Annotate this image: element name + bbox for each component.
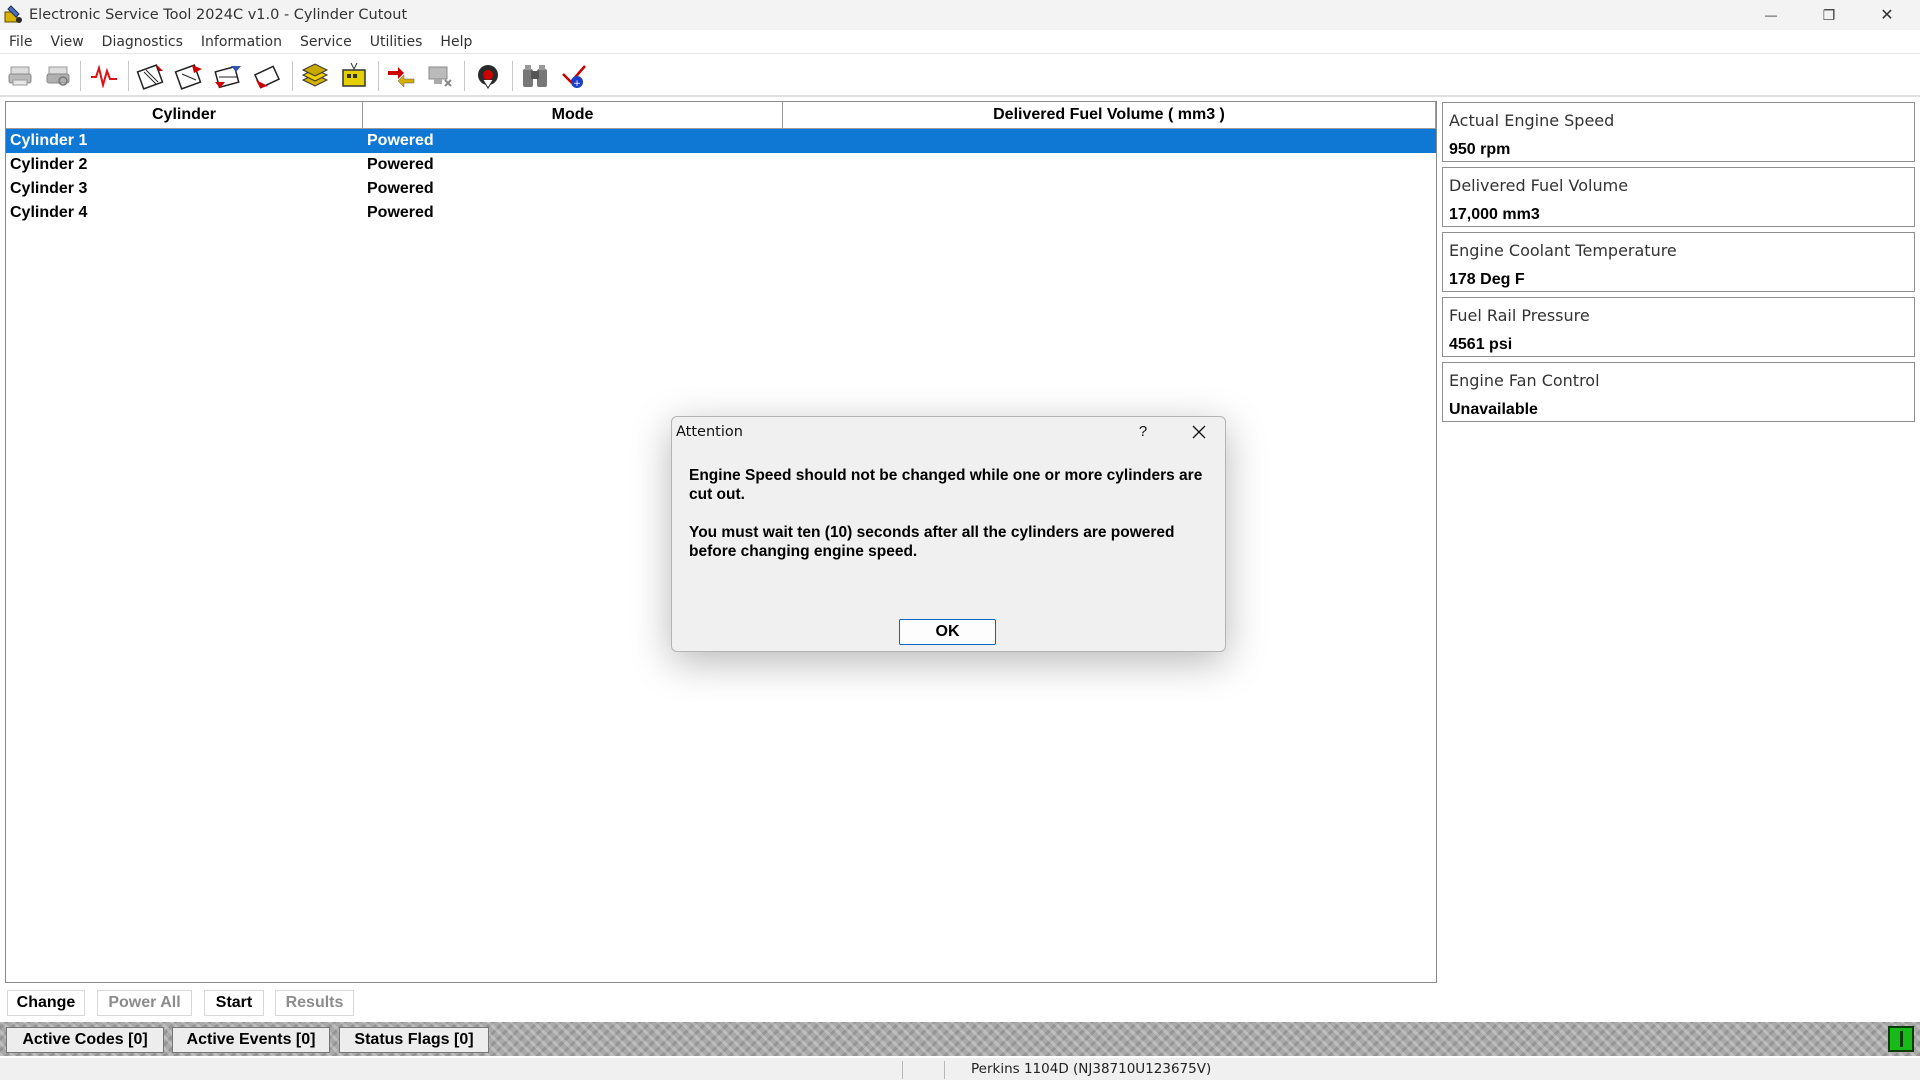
- panel-value: 178 Deg F: [1449, 271, 1525, 288]
- toolbar-separator: [512, 61, 513, 91]
- ecm-tool-2-icon[interactable]: [173, 60, 205, 92]
- panel-label: Engine Fan Control: [1449, 371, 1600, 390]
- print-icon[interactable]: [4, 60, 36, 92]
- cell-cylinder: Cylinder 4: [10, 204, 88, 221]
- panel-value: 950 rpm: [1449, 141, 1511, 158]
- panel-value: Unavailable: [1449, 401, 1538, 418]
- app-icon: [3, 4, 25, 26]
- restore-button[interactable]: ❐: [1800, 0, 1858, 30]
- window-title: Electronic Service Tool 2024C v1.0 - Cyl…: [29, 7, 408, 23]
- column-header-fuel-volume[interactable]: Delivered Fuel Volume ( mm3 ): [783, 102, 1436, 128]
- active-events-tab[interactable]: Active Events [0]: [172, 1027, 330, 1053]
- menu-service[interactable]: Service: [291, 30, 361, 54]
- menu-information[interactable]: Information: [192, 30, 291, 54]
- fuel-rail-pressure-panel: Fuel Rail Pressure 4561 psi: [1442, 297, 1915, 357]
- help-icon[interactable]: ?: [1133, 421, 1153, 441]
- cell-mode: Powered: [367, 180, 434, 197]
- toolbar-separator: [378, 61, 379, 91]
- results-button[interactable]: Results: [275, 990, 354, 1016]
- disconnect-icon[interactable]: [424, 60, 456, 92]
- cell-cylinder: Cylinder 2: [10, 156, 88, 173]
- dialog-title: Attention: [676, 424, 743, 440]
- menu-diagnostics[interactable]: Diagnostics: [93, 30, 192, 54]
- ecm-tool-3-icon[interactable]: [212, 60, 244, 92]
- cell-cylinder: Cylinder 3: [10, 180, 88, 197]
- menu-view[interactable]: View: [41, 30, 92, 54]
- engine-info: Perkins 1104D (NJ38710U123675V): [971, 1061, 1212, 1077]
- engine-coolant-temperature-panel: Engine Coolant Temperature 178 Deg F: [1442, 232, 1915, 292]
- column-header-mode[interactable]: Mode: [363, 102, 783, 128]
- ok-button[interactable]: OK: [899, 619, 996, 645]
- attention-dialog: Attention ? Engine Speed should not be c…: [671, 416, 1226, 652]
- cell-mode: Powered: [367, 156, 434, 173]
- svg-text:+: +: [573, 79, 581, 89]
- panel-label: Actual Engine Speed: [1449, 111, 1615, 130]
- ecm-tool-4-icon[interactable]: [251, 60, 283, 92]
- toolbar-separator: [80, 61, 81, 91]
- cell-mode: Powered: [367, 132, 434, 149]
- connection-indicator-icon: [1888, 1026, 1914, 1052]
- close-icon: ✕: [1880, 7, 1894, 24]
- column-header-cylinder[interactable]: Cylinder: [6, 102, 363, 128]
- toolbar-separator: [128, 61, 129, 91]
- menu-file[interactable]: File: [0, 30, 41, 54]
- table-row[interactable]: Cylinder 2 Powered: [6, 153, 1436, 177]
- footer-separator: [944, 1061, 945, 1079]
- panel-value: 4561 psi: [1449, 336, 1513, 353]
- status-flags-tab[interactable]: Status Flags [0]: [339, 1027, 489, 1053]
- table-row[interactable]: Cylinder 4 Powered: [6, 201, 1436, 225]
- footer-bar: Perkins 1104D (NJ38710U123675V): [0, 1058, 1920, 1080]
- waveform-icon[interactable]: [88, 60, 120, 92]
- close-icon[interactable]: [1188, 421, 1210, 443]
- menu-bar: File View Diagnostics Information Servic…: [0, 30, 1920, 54]
- panel-value: 17,000 mm3: [1449, 206, 1540, 223]
- minimize-icon: —: [1765, 8, 1777, 22]
- dialog-message-2: You must wait ten (10) seconds after all…: [689, 524, 1175, 560]
- toolbar: +: [0, 55, 1920, 97]
- menu-utilities[interactable]: Utilities: [361, 30, 432, 54]
- status-strip: Active Codes [0] Active Events [0] Statu…: [0, 1022, 1920, 1056]
- target-hand-icon[interactable]: [472, 60, 504, 92]
- dialog-message-1: Engine Speed should not be changed while…: [689, 467, 1203, 503]
- table-row[interactable]: Cylinder 1 Powered: [6, 129, 1436, 153]
- footer-separator: [902, 1061, 903, 1079]
- flash-file-icon[interactable]: [299, 60, 331, 92]
- table-row[interactable]: Cylinder 3 Powered: [6, 177, 1436, 201]
- cell-cylinder: Cylinder 1: [10, 132, 88, 149]
- minimize-button[interactable]: —: [1742, 0, 1800, 30]
- table-header: Cylinder Mode Delivered Fuel Volume ( mm…: [6, 102, 1436, 129]
- yellow-module-icon[interactable]: [338, 60, 370, 92]
- power-all-button[interactable]: Power All: [97, 990, 192, 1016]
- delivered-fuel-volume-panel: Delivered Fuel Volume 17,000 mm3: [1442, 167, 1915, 227]
- actual-engine-speed-panel: Actual Engine Speed 950 rpm: [1442, 102, 1915, 162]
- toolbar-separator: [464, 61, 465, 91]
- active-codes-tab[interactable]: Active Codes [0]: [6, 1027, 164, 1053]
- print-preview-icon[interactable]: [42, 60, 74, 92]
- toolbar-separator: [292, 61, 293, 91]
- ecm-tool-1-icon[interactable]: [135, 60, 167, 92]
- reset-icon[interactable]: +: [558, 60, 590, 92]
- restore-icon: ❐: [1822, 6, 1836, 23]
- menu-help[interactable]: Help: [431, 30, 481, 54]
- start-button[interactable]: Start: [204, 990, 264, 1016]
- cell-mode: Powered: [367, 204, 434, 221]
- panel-label: Engine Coolant Temperature: [1449, 241, 1677, 260]
- panel-label: Fuel Rail Pressure: [1449, 306, 1590, 325]
- change-button[interactable]: Change: [7, 990, 85, 1016]
- binoculars-icon[interactable]: [519, 60, 551, 92]
- panel-label: Delivered Fuel Volume: [1449, 176, 1629, 195]
- title-bar: Electronic Service Tool 2024C v1.0 - Cyl…: [0, 0, 1920, 30]
- connect-arrows-icon[interactable]: [385, 60, 417, 92]
- engine-fan-control-panel: Engine Fan Control Unavailable: [1442, 362, 1915, 422]
- close-window-button[interactable]: ✕: [1858, 0, 1916, 30]
